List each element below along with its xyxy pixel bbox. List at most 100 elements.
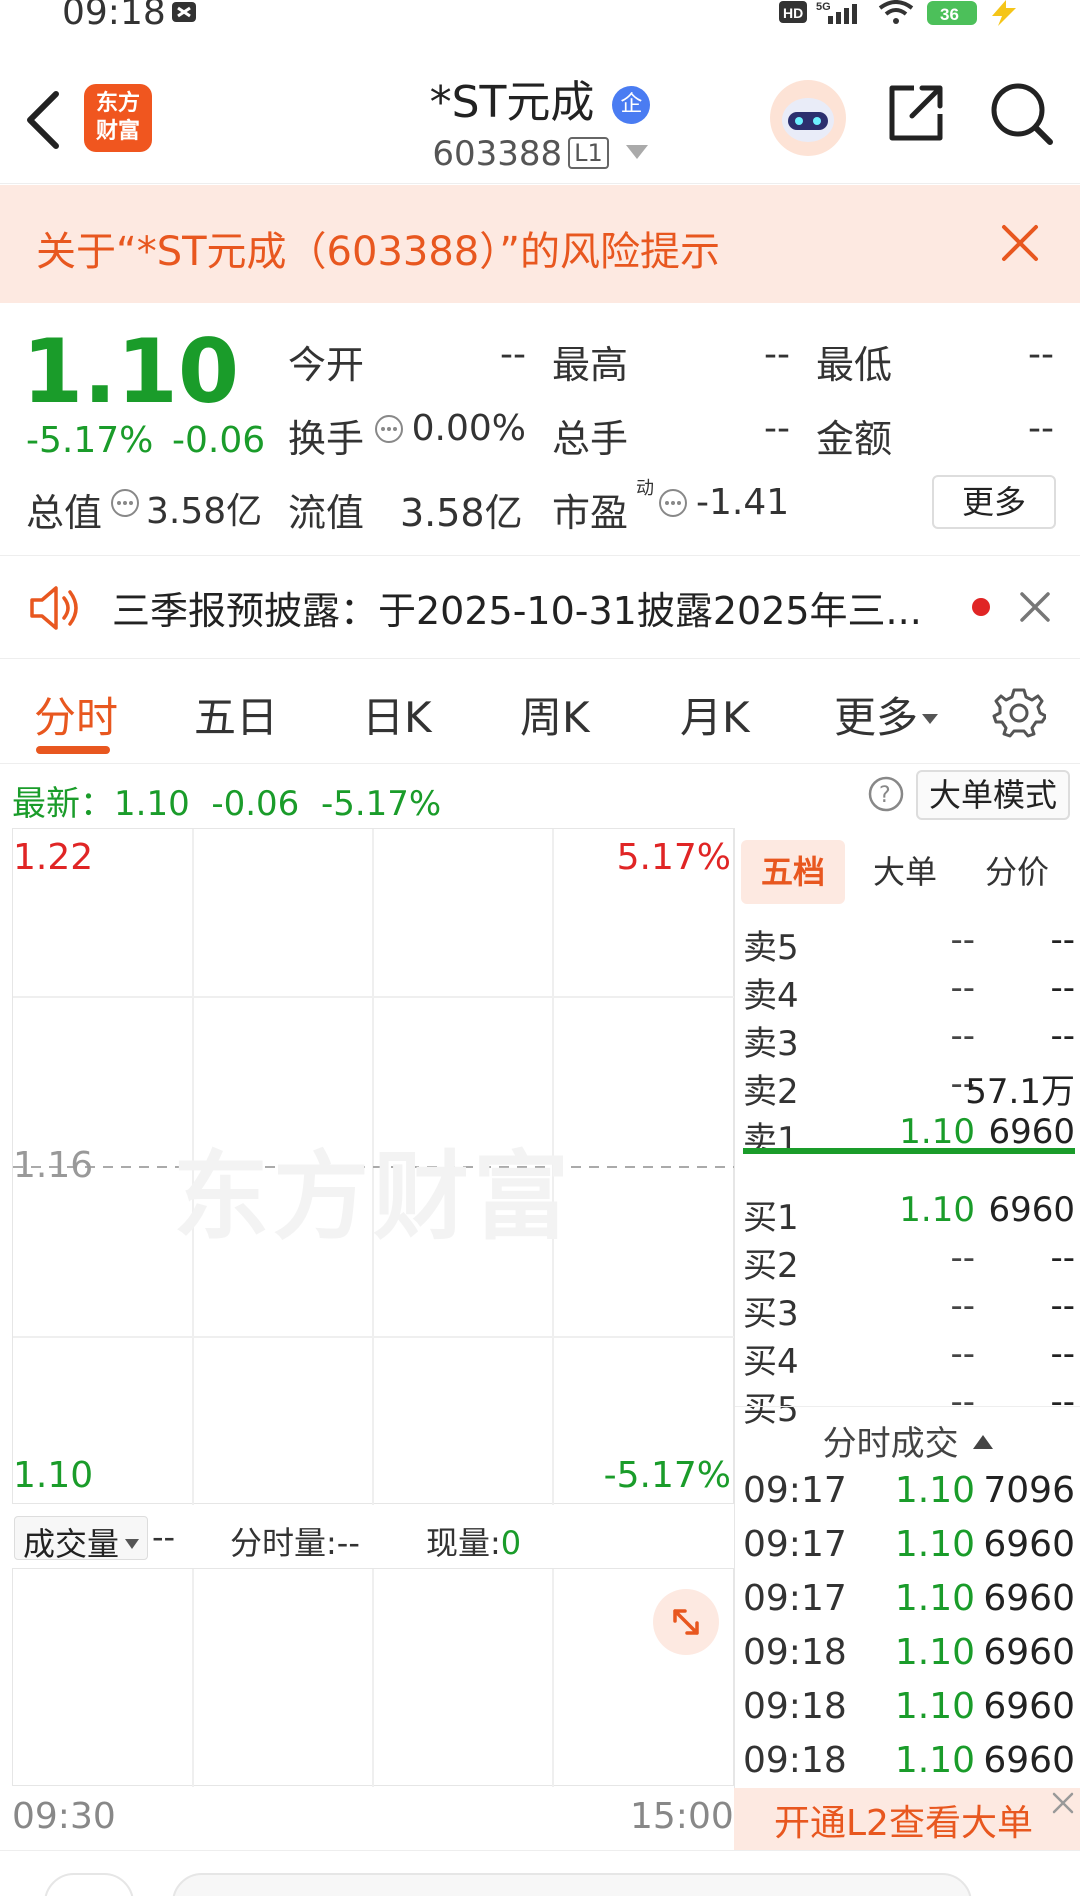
tick-time: 09:17 — [743, 1470, 847, 1511]
search-icon[interactable] — [988, 80, 1056, 152]
volume-selector[interactable]: 成交量 — [14, 1516, 149, 1563]
big-order-mode-button[interactable]: 大单模式 — [916, 770, 1070, 820]
tick-row: 09:17 1.10 6960 — [743, 1578, 1075, 1630]
bid-label: 买4 — [743, 1342, 799, 1382]
intraday-chart[interactable]: 东方财富 1.22 5.17% 1.16 1.10 -5.17% — [12, 828, 735, 1505]
stock-header: 东方 财富 *ST元成 企 603388 L1 — [0, 60, 1080, 184]
tick-time: 09:17 — [743, 1578, 847, 1619]
tick-row: 09:17 1.10 7096 — [743, 1470, 1075, 1522]
tick-volume: 6960 — [983, 1740, 1075, 1781]
tab-monthly-k[interactable]: 月K — [680, 684, 750, 745]
tab-price-distribution[interactable]: 分价 — [965, 840, 1069, 904]
tick-price: 1.10 — [894, 1740, 975, 1781]
tick-volume: 6960 — [983, 1524, 1075, 1565]
ask-price: -- — [950, 968, 975, 1008]
settings-gear-icon[interactable] — [992, 686, 1048, 744]
l2-upgrade-banner[interactable]: 开通L2查看大单 — [734, 1788, 1080, 1850]
tick-volume: 6960 — [983, 1632, 1075, 1673]
help-icon[interactable]: ? — [868, 776, 904, 816]
bid-volume: -- — [1050, 1286, 1075, 1326]
ask-volume: -- — [1050, 1016, 1075, 1056]
tab-five-day[interactable]: 五日 — [194, 684, 278, 745]
close-icon[interactable] — [1050, 1790, 1076, 1820]
risk-warning-banner[interactable]: 关于“*ST元成（603388）”的风险提示 — [0, 185, 1080, 303]
ask-label: 卖4 — [743, 976, 799, 1016]
tab-big-orders[interactable]: 大单 — [853, 840, 957, 904]
app-notification-icon — [170, 0, 198, 32]
l2-upgrade-text[interactable]: 开通L2查看大单 — [774, 1794, 1033, 1846]
info-dots-icon[interactable] — [110, 488, 140, 522]
announcement-text[interactable]: 三季报预披露：于2025-10-31披露2025年三... — [112, 580, 932, 635]
y-mid-label: 1.16 — [13, 1145, 94, 1186]
ask-row-5: 卖5 -- -- — [743, 920, 1075, 968]
ask-price: -- — [950, 920, 975, 960]
high-value: -- — [764, 334, 790, 375]
x-end-label: 15:00 — [630, 1796, 734, 1837]
pct-max-label: 5.17% — [616, 837, 731, 878]
ask-volume: -- — [1050, 968, 1075, 1008]
charging-icon — [986, 0, 1022, 32]
bid-price: -- — [950, 1238, 975, 1278]
latest-change: -0.06 — [211, 784, 300, 824]
signal-5g-icon: 5G — [816, 0, 866, 32]
minute-volume-value: -- — [336, 1524, 360, 1562]
minute-volume-label: 分时量: — [230, 1524, 337, 1562]
info-dots-icon[interactable] — [658, 488, 688, 522]
tick-price: 1.10 — [894, 1470, 975, 1511]
tab-daily-k[interactable]: 日K — [362, 684, 432, 745]
tick-row: 09:18 1.10 6960 — [743, 1632, 1075, 1684]
tick-volume: 6960 — [983, 1578, 1075, 1619]
tab-intraday[interactable]: 分时 — [34, 684, 118, 745]
share-icon[interactable] — [884, 80, 948, 148]
ask-label: 卖5 — [743, 928, 799, 968]
x-start-label: 09:30 — [12, 1796, 116, 1837]
risk-warning-text[interactable]: 关于“*ST元成（603388）”的风险提示 — [36, 219, 720, 277]
wifi-icon — [876, 0, 916, 32]
ticks-header-label: 分时成交 — [822, 1424, 959, 1464]
latest-pct: -5.17% — [320, 784, 442, 824]
bid-label: 买1 — [743, 1198, 799, 1238]
volume-selector-label: 成交量 — [23, 1525, 120, 1563]
dropdown-triangle-icon — [922, 685, 939, 734]
bottom-input-bar[interactable] — [172, 1873, 972, 1896]
turnover-value: 0.00% — [411, 408, 526, 449]
announcement-bar[interactable]: 三季报预披露：于2025-10-31披露2025年三... — [0, 555, 1080, 659]
order-book-panel: 五档 大单 分价 卖5 -- -- 卖4 -- -- 卖3 -- -- 卖2 -- 57.1万 … — [734, 828, 1080, 1808]
y-max-label: 1.22 — [13, 837, 94, 878]
latest-price-row: 最新：1.10 -0.06 -5.17% ? 大单模式 — [0, 770, 1080, 826]
open-label: 今开 — [288, 343, 365, 387]
robot-assistant-icon[interactable] — [768, 78, 848, 162]
tab-more[interactable]: 更多 — [834, 684, 939, 745]
turnover-label: 换手 — [288, 417, 365, 461]
bottom-round-button[interactable] — [44, 1873, 134, 1896]
close-icon[interactable] — [1000, 223, 1040, 267]
bid-price: -- — [950, 1286, 975, 1326]
pe-label: 市盈 — [552, 491, 629, 535]
bid-label: 买3 — [743, 1294, 799, 1334]
tab-five-levels[interactable]: 五档 — [741, 840, 845, 904]
tick-time: 09:17 — [743, 1524, 847, 1565]
change-amount: -0.06 — [172, 420, 266, 461]
pe-value: -1.41 — [696, 482, 790, 523]
tick-price: 1.10 — [894, 1578, 975, 1619]
tick-row: 09:18 1.10 6960 — [743, 1686, 1075, 1738]
tab-weekly-k[interactable]: 周K — [520, 684, 590, 745]
low-value: -- — [1028, 334, 1054, 375]
bid-row-2: 买2 -- -- — [743, 1238, 1075, 1286]
ask-volume: -- — [1050, 920, 1075, 960]
level-badge: L1 — [568, 137, 609, 169]
market-cap-value: 3.58亿 — [146, 491, 263, 532]
tick-row: 09:17 1.10 6960 — [743, 1524, 1075, 1576]
volume-chart[interactable] — [12, 1568, 734, 1787]
bid-row-4: 买4 -- -- — [743, 1334, 1075, 1382]
y-min-label: 1.10 — [13, 1455, 94, 1496]
close-icon[interactable] — [1018, 590, 1052, 628]
more-button[interactable]: 更多 — [932, 475, 1056, 529]
watermark: 东方财富 — [173, 1141, 573, 1253]
ask-label: 卖3 — [743, 1024, 799, 1064]
svg-text:?: ? — [879, 783, 891, 808]
expand-icon[interactable] — [653, 1589, 719, 1655]
status-time: 09:18 — [62, 0, 166, 33]
spread-divider — [743, 1148, 1075, 1154]
ticks-header[interactable]: 分时成交 — [735, 1416, 1080, 1465]
